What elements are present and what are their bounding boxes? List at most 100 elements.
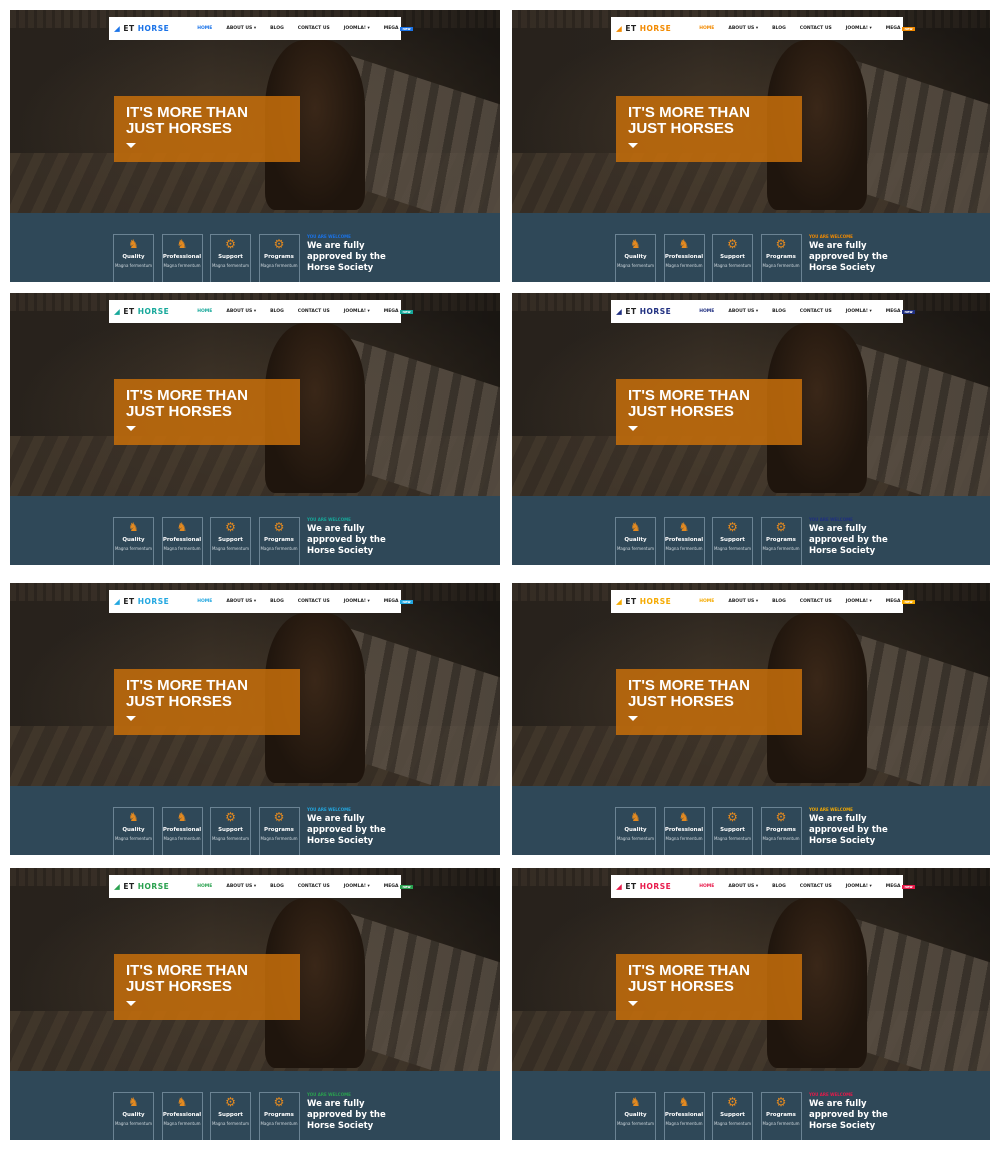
nav-item-home[interactable]: HOME [699, 309, 714, 314]
nav-item-joomla[interactable]: JOOMLA! ▾ [846, 884, 872, 889]
nav-item-home[interactable]: HOME [197, 884, 212, 889]
nav-item-joomla[interactable]: JOOMLA! ▾ [344, 884, 370, 889]
feature-quality[interactable]: ♞ Quality Magna fermentum [615, 1092, 656, 1140]
nav-item-about-us[interactable]: ABOUT US ▾ [728, 884, 758, 889]
nav-item-contact-us[interactable]: CONTACT US [298, 309, 330, 314]
feature-programs[interactable]: ⚙ Programs Magna fermentum [760, 234, 802, 282]
feature-support[interactable]: ⚙ Support Magna fermentum [210, 1092, 251, 1140]
nav-item-mega[interactable]: MEGA [886, 599, 901, 604]
feature-programs[interactable]: ⚙ Programs Magna fermentum [760, 517, 802, 565]
nav-item-contact-us[interactable]: CONTACT US [800, 26, 832, 31]
feature-professional[interactable]: ♞ Professional Magna fermentum [161, 517, 203, 565]
feature-quality[interactable]: ♞ Quality Magna fermentum [113, 807, 154, 855]
nav-item-joomla[interactable]: JOOMLA! ▾ [846, 26, 872, 31]
nav-item-home[interactable]: HOME [699, 884, 714, 889]
logo[interactable]: ◢ ET HORSE [114, 24, 169, 33]
caret-down-icon[interactable] [628, 716, 638, 721]
logo[interactable]: ◢ ET HORSE [616, 882, 671, 891]
feature-quality[interactable]: ♞ Quality Magna fermentum [113, 517, 154, 565]
feature-support[interactable]: ⚙ Support Magna fermentum [210, 234, 251, 282]
nav-item-about-us[interactable]: ABOUT US ▾ [226, 309, 256, 314]
nav-item-mega[interactable]: MEGA [384, 884, 399, 889]
nav-item-blog[interactable]: BLOG [772, 599, 786, 604]
feature-professional[interactable]: ♞ Professional Magna fermentum [161, 1092, 203, 1140]
nav-item-contact-us[interactable]: CONTACT US [298, 884, 330, 889]
feature-support[interactable]: ⚙ Support Magna fermentum [210, 807, 251, 855]
caret-down-icon[interactable] [628, 426, 638, 431]
nav-item-joomla[interactable]: JOOMLA! ▾ [344, 26, 370, 31]
feature-quality[interactable]: ♞ Quality Magna fermentum [615, 807, 656, 855]
nav-item-joomla[interactable]: JOOMLA! ▾ [846, 599, 872, 604]
feature-professional[interactable]: ♞ Professional Magna fermentum [663, 807, 705, 855]
feature-professional[interactable]: ♞ Professional Magna fermentum [663, 1092, 705, 1140]
nav-item-home[interactable]: HOME [197, 26, 212, 31]
feature-programs[interactable]: ⚙ Programs Magna fermentum [258, 1092, 300, 1140]
logo[interactable]: ◢ ET HORSE [616, 24, 671, 33]
nav-item-contact-us[interactable]: CONTACT US [800, 884, 832, 889]
logo[interactable]: ◢ ET HORSE [616, 307, 671, 316]
nav-item-about-us[interactable]: ABOUT US ▾ [226, 26, 256, 31]
feature-programs[interactable]: ⚙ Programs Magna fermentum [258, 807, 300, 855]
nav-item-mega[interactable]: MEGA [384, 599, 399, 604]
feature-professional[interactable]: ♞ Professional Magna fermentum [663, 234, 705, 282]
nav-item-blog[interactable]: BLOG [772, 884, 786, 889]
nav-item-about-us[interactable]: ABOUT US ▾ [226, 884, 256, 889]
nav-item-blog[interactable]: BLOG [270, 884, 284, 889]
feature-programs[interactable]: ⚙ Programs Magna fermentum [258, 234, 300, 282]
nav-item-joomla[interactable]: JOOMLA! ▾ [344, 309, 370, 314]
nav-item-joomla[interactable]: JOOMLA! ▾ [344, 599, 370, 604]
nav-item-about-us[interactable]: ABOUT US ▾ [728, 309, 758, 314]
feature-support[interactable]: ⚙ Support Magna fermentum [712, 1092, 753, 1140]
nav-item-mega[interactable]: MEGA [886, 309, 901, 314]
feature-quality[interactable]: ♞ Quality Magna fermentum [113, 234, 154, 282]
nav-item-home[interactable]: HOME [197, 309, 212, 314]
nav-item-joomla[interactable]: JOOMLA! ▾ [846, 309, 872, 314]
caret-down-icon[interactable] [126, 143, 136, 148]
feature-professional[interactable]: ♞ Professional Magna fermentum [663, 517, 705, 565]
feature-quality[interactable]: ♞ Quality Magna fermentum [113, 1092, 154, 1140]
horseshoe-icon: ⚙ [775, 237, 787, 251]
feature-professional[interactable]: ♞ Professional Magna fermentum [161, 234, 203, 282]
horseshoe-icon: ⚙ [727, 237, 738, 251]
logo[interactable]: ◢ ET HORSE [114, 597, 169, 606]
feature-subtitle: Magna fermentum [665, 263, 703, 268]
feature-professional[interactable]: ♞ Professional Magna fermentum [161, 807, 203, 855]
feature-support[interactable]: ⚙ Support Magna fermentum [712, 234, 753, 282]
caret-down-icon[interactable] [126, 426, 136, 431]
feature-programs[interactable]: ⚙ Programs Magna fermentum [760, 1092, 802, 1140]
nav-item-contact-us[interactable]: CONTACT US [298, 26, 330, 31]
caret-down-icon[interactable] [628, 1001, 638, 1006]
nav-item-blog[interactable]: BLOG [772, 309, 786, 314]
feature-quality[interactable]: ♞ Quality Magna fermentum [615, 517, 656, 565]
nav-item-about-us[interactable]: ABOUT US ▾ [728, 26, 758, 31]
horse-icon: ♞ [678, 1095, 690, 1109]
nav-item-mega[interactable]: MEGA [384, 26, 399, 31]
feature-support[interactable]: ⚙ Support Magna fermentum [712, 807, 753, 855]
logo[interactable]: ◢ ET HORSE [114, 307, 169, 316]
feature-support[interactable]: ⚙ Support Magna fermentum [712, 517, 753, 565]
nav-item-home[interactable]: HOME [699, 26, 714, 31]
nav-item-about-us[interactable]: ABOUT US ▾ [226, 599, 256, 604]
caret-down-icon[interactable] [126, 1001, 136, 1006]
feature-support[interactable]: ⚙ Support Magna fermentum [210, 517, 251, 565]
nav-item-about-us[interactable]: ABOUT US ▾ [728, 599, 758, 604]
feature-programs[interactable]: ⚙ Programs Magna fermentum [760, 807, 802, 855]
feature-quality[interactable]: ♞ Quality Magna fermentum [615, 234, 656, 282]
feature-programs[interactable]: ⚙ Programs Magna fermentum [258, 517, 300, 565]
logo[interactable]: ◢ ET HORSE [616, 597, 671, 606]
nav-item-contact-us[interactable]: CONTACT US [800, 309, 832, 314]
logo[interactable]: ◢ ET HORSE [114, 882, 169, 891]
nav-item-mega[interactable]: MEGA [886, 26, 901, 31]
nav-item-home[interactable]: HOME [699, 599, 714, 604]
nav-item-blog[interactable]: BLOG [270, 26, 284, 31]
nav-item-blog[interactable]: BLOG [270, 599, 284, 604]
caret-down-icon[interactable] [126, 716, 136, 721]
nav-item-contact-us[interactable]: CONTACT US [800, 599, 832, 604]
nav-item-home[interactable]: HOME [197, 599, 212, 604]
nav-item-contact-us[interactable]: CONTACT US [298, 599, 330, 604]
nav-item-blog[interactable]: BLOG [270, 309, 284, 314]
nav-item-mega[interactable]: MEGA [384, 309, 399, 314]
nav-item-blog[interactable]: BLOG [772, 26, 786, 31]
caret-down-icon[interactable] [628, 143, 638, 148]
nav-item-mega[interactable]: MEGA [886, 884, 901, 889]
